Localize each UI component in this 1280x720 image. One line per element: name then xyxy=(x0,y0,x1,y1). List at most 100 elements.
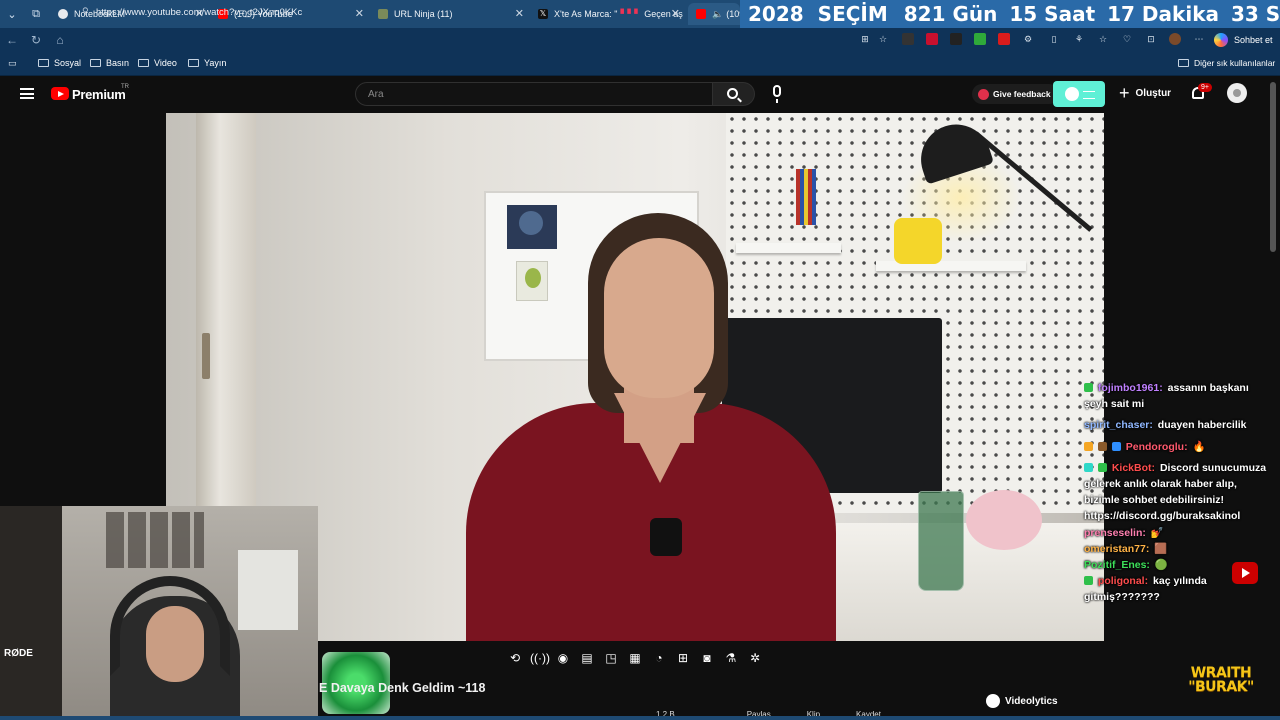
bookmark-folder-sosyal[interactable]: Sosyal xyxy=(38,58,81,68)
videolytics-icon xyxy=(986,694,1000,708)
create-button[interactable]: + Oluştur xyxy=(1119,84,1171,102)
watch-later-icon[interactable]: ◉ xyxy=(554,650,572,666)
chat-username: prenseselin: xyxy=(1084,526,1146,539)
chat-badge-icon xyxy=(1084,576,1093,586)
app-available-icon[interactable]: ⊞ xyxy=(859,33,871,45)
chat-message: prenseselin: 💅 xyxy=(1084,525,1270,541)
picture-in-picture-icon[interactable]: ◳ xyxy=(602,650,620,666)
chat-username: KickBot: xyxy=(1111,461,1156,474)
sidebar-toggle-icon[interactable]: ▭ xyxy=(8,58,17,69)
copilot-label: Sohbet et xyxy=(1234,35,1273,45)
wall-canvas xyxy=(238,550,298,630)
site-info-icon[interactable]: ⚲ xyxy=(82,6,89,17)
settings-gear-icon[interactable]: ✲ xyxy=(746,650,764,666)
extensions-puzzle-icon[interactable]: ⚙ xyxy=(1022,33,1034,45)
chat-text: 🟫 xyxy=(1154,542,1168,555)
piggy-bank xyxy=(966,490,1042,550)
countdown-hours: 15 Saat xyxy=(1009,2,1096,26)
youtube-play-button-icon[interactable] xyxy=(1232,562,1258,584)
chat-text: 💅 xyxy=(1150,526,1164,539)
chat-badge-icon xyxy=(1111,441,1121,451)
lavalier-mic xyxy=(650,518,682,556)
other-bookmarks[interactable]: Diğer sık kullanılanlar xyxy=(1178,58,1275,68)
menu-hamburger-icon[interactable] xyxy=(20,88,34,99)
bookmark-folder-video[interactable]: Video xyxy=(138,58,177,68)
extension-icon[interactable] xyxy=(926,33,938,45)
home-icon[interactable]: ⌂ xyxy=(48,33,72,47)
workspaces-icon[interactable]: ⧉ xyxy=(24,0,48,28)
chat-username: omeristan77: xyxy=(1084,542,1150,555)
chat-username: Pendoroglu: xyxy=(1125,440,1188,453)
url-text: https://www.youtube.com/watch?v=_t2JXnq0… xyxy=(96,6,303,18)
flask-icon[interactable]: ⚗ xyxy=(722,650,740,666)
video-title: E Davaya Denk Geldim ~118 xyxy=(319,681,485,695)
chat-username: spirit_chaser: xyxy=(1084,419,1153,432)
streamer-logo-line1: WRAITH xyxy=(1190,665,1252,681)
chat-badge-icon xyxy=(1084,383,1093,392)
bookmark-folder-basin[interactable]: Basın xyxy=(90,58,129,68)
search-button[interactable] xyxy=(713,82,755,106)
youtube-header: Premium TR Ara Give feedback + Oluştur 9… xyxy=(0,76,1280,112)
copilot-chat-button[interactable]: Sohbet et xyxy=(1214,31,1273,49)
video-title-text: Davaya Denk Geldim ~118 xyxy=(330,681,486,695)
chat-message: Pendoroglu: 🔥 xyxy=(1084,439,1270,455)
grid-icon[interactable]: ▦ xyxy=(626,650,644,666)
streamer-webcam: RØDE xyxy=(0,506,318,720)
screenshot-icon[interactable]: ⊡ xyxy=(1145,33,1157,45)
bookmark-folder-yayin[interactable]: Yayın xyxy=(188,58,226,68)
favorites-icon[interactable]: ☆ xyxy=(1097,33,1109,45)
door-hinge xyxy=(202,333,210,379)
videolytics-widget[interactable]: Videolytics xyxy=(986,694,1058,708)
extension-icon[interactable] xyxy=(998,33,1010,45)
chat-message: fojimbo1961: assanın başkanı şeyh sait m… xyxy=(1084,380,1270,412)
countdown-seconds: 33 Saniye xyxy=(1231,2,1280,26)
back-icon[interactable]: ← xyxy=(0,33,24,47)
region-code: TR xyxy=(121,84,129,90)
search-input[interactable]: Ara xyxy=(355,82,713,106)
countdown-days: 821 Gün xyxy=(903,2,998,26)
loop-icon[interactable]: ⟲ xyxy=(506,650,524,666)
other-bookmarks-label: Diğer sık kullanılanlar xyxy=(1194,58,1276,68)
page-scrollbar[interactable] xyxy=(1270,82,1276,252)
feedback-icon xyxy=(978,88,989,100)
add-icon[interactable]: ⊞ xyxy=(674,650,692,666)
audio-icon[interactable]: ((·)) xyxy=(530,650,550,666)
toggle-extension-button[interactable] xyxy=(1053,81,1105,107)
countdown-minutes: 17 Dakika xyxy=(1107,2,1219,26)
profile-avatar[interactable] xyxy=(1169,33,1181,45)
camera-icon[interactable]: ◙ xyxy=(698,650,716,666)
favorite-star-icon[interactable]: ☆ xyxy=(877,33,889,45)
extension-icon[interactable] xyxy=(950,33,962,45)
pencil-cup xyxy=(796,169,816,225)
voice-search-icon[interactable] xyxy=(773,85,781,103)
chat-username: fojimbo1961: xyxy=(1097,382,1163,394)
chat-message: spirit_chaser: duayen habercilik xyxy=(1084,417,1270,433)
extension-icon[interactable] xyxy=(902,33,914,45)
folder-icon xyxy=(90,59,101,67)
bookmark-label: Video xyxy=(154,58,177,68)
account-avatar[interactable] xyxy=(1227,83,1247,103)
toy-figure xyxy=(894,218,942,264)
give-feedback-button[interactable]: Give feedback xyxy=(972,84,1059,104)
search-icon xyxy=(727,88,738,99)
presenter-face xyxy=(604,238,714,398)
glass xyxy=(918,491,964,591)
presenter-neckline xyxy=(614,393,706,483)
youtube-premium-wordmark[interactable]: Premium xyxy=(72,87,126,102)
tab-list-chevron-icon[interactable]: ⌄ xyxy=(0,0,24,28)
clapperboard-icon[interactable]: ▤ xyxy=(578,650,596,666)
wall-sticker xyxy=(516,261,548,301)
browser-essentials-icon[interactable]: ♡ xyxy=(1121,33,1133,45)
extension-icon[interactable] xyxy=(974,33,986,45)
bookmark-label: Yayın xyxy=(204,58,227,68)
copilot-icon xyxy=(1214,33,1228,47)
player-extension-controls: ⟲ ((·)) ◉ ▤ ◳ ▦ ◔ ⊞ ◙ ⚗ ✲ xyxy=(506,650,764,666)
shelf xyxy=(736,243,841,253)
collections-icon[interactable]: ⚘ xyxy=(1073,33,1085,45)
split-screen-icon[interactable]: ▯ xyxy=(1048,33,1060,45)
address-bar[interactable]: ⚲ https://www.youtube.com/watch?v=_t2JXn… xyxy=(80,3,860,21)
reload-icon[interactable]: ↻ xyxy=(24,33,48,47)
more-menu-icon[interactable]: ⋯ xyxy=(1193,33,1205,45)
speed-icon[interactable]: ◔ xyxy=(650,650,668,666)
youtube-logo-icon[interactable] xyxy=(51,87,69,100)
